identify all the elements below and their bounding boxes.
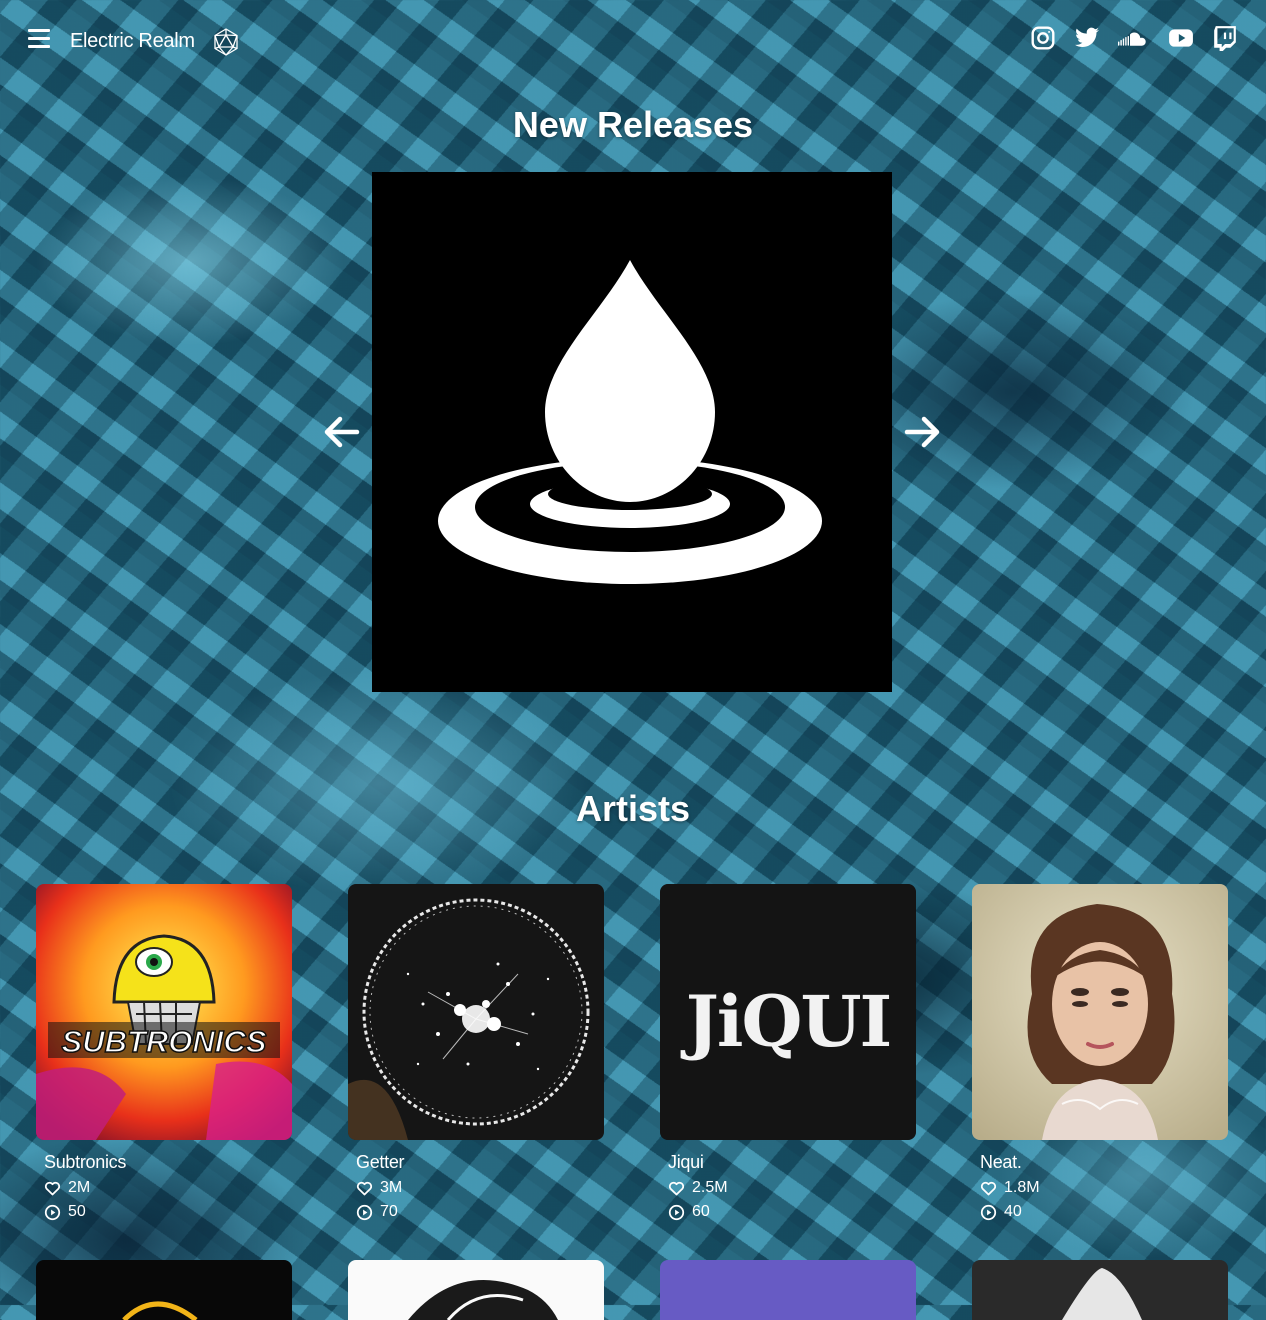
hamburger-menu-icon[interactable]: [28, 29, 50, 49]
social-links: [1030, 25, 1238, 51]
new-releases-title: New Releases: [512, 104, 754, 145]
heart-icon: [668, 1181, 685, 1195]
subtronics-logo-text: SUBTRONICS: [62, 1024, 267, 1059]
artist-card-jiqui[interactable]: JiQUI Jiqui 2.5M 60: [660, 884, 916, 1220]
heart-icon: [44, 1181, 61, 1195]
artist-card-partial[interactable]: [348, 1260, 604, 1320]
play-circle-icon: [668, 1204, 685, 1220]
release-cover[interactable]: [372, 172, 892, 692]
play-circle-icon: [44, 1204, 61, 1220]
plays-count: 50: [68, 1203, 86, 1220]
artists-title: Artists: [575, 788, 691, 829]
artist-cover-image: SUBTRONICS: [36, 884, 292, 1140]
likes-count: 2.5M: [692, 1179, 728, 1196]
play-circle-icon: [980, 1204, 997, 1220]
water-drop-icon: [372, 172, 892, 692]
artist-likes: 3M: [356, 1179, 402, 1197]
artist-card-partial[interactable]: [660, 1260, 916, 1320]
heart-icon: [356, 1181, 373, 1195]
arrow-right-icon[interactable]: [902, 412, 942, 452]
icosahedron-logo-icon: [213, 28, 239, 56]
twitch-icon[interactable]: [1212, 25, 1238, 51]
artist-card-subtronics[interactable]: SUBTRONICS Subtronics 2M 50: [36, 884, 292, 1220]
arrow-left-icon[interactable]: [322, 412, 362, 452]
brand-name[interactable]: Electric Realm: [70, 30, 195, 53]
artist-name[interactable]: Getter: [356, 1152, 405, 1173]
likes-count: 3M: [380, 1179, 403, 1196]
play-circle-icon: [356, 1204, 373, 1220]
artist-plays: 50: [44, 1203, 86, 1221]
artist-cover-image: [348, 884, 604, 1140]
likes-count: 1.8M: [1004, 1179, 1040, 1196]
plays-count: 40: [1004, 1203, 1022, 1220]
artist-name[interactable]: Subtronics: [44, 1152, 126, 1173]
soundcloud-icon[interactable]: [1118, 25, 1150, 51]
artist-likes: 1.8M: [980, 1179, 1040, 1197]
jiqui-logo-text: JiQUI: [680, 980, 890, 1063]
artist-card-partial[interactable]: [972, 1260, 1228, 1320]
artist-name[interactable]: Jiqui: [668, 1152, 704, 1173]
artist-card-getter[interactable]: Getter 3M 70: [348, 884, 604, 1220]
artist-card-partial[interactable]: [36, 1260, 292, 1320]
artist-name[interactable]: Neat.: [980, 1152, 1022, 1173]
twitter-icon[interactable]: [1074, 25, 1100, 51]
heart-icon: [980, 1181, 997, 1195]
artist-plays: 70: [356, 1203, 398, 1221]
youtube-icon[interactable]: [1168, 25, 1194, 51]
top-navbar: Electric Realm: [0, 0, 1266, 80]
artist-plays: 40: [980, 1203, 1022, 1221]
likes-count: 2M: [68, 1179, 91, 1196]
plays-count: 60: [692, 1203, 710, 1220]
instagram-icon[interactable]: [1030, 25, 1056, 51]
artist-cover-image: JiQUI: [660, 884, 916, 1140]
artist-cover-image: [972, 884, 1228, 1140]
artist-plays: 60: [668, 1203, 710, 1221]
artist-likes: 2M: [44, 1179, 90, 1197]
artist-likes: 2.5M: [668, 1179, 728, 1197]
artist-card-neat[interactable]: Neat. 1.8M 40: [972, 884, 1228, 1220]
plays-count: 70: [380, 1203, 398, 1220]
